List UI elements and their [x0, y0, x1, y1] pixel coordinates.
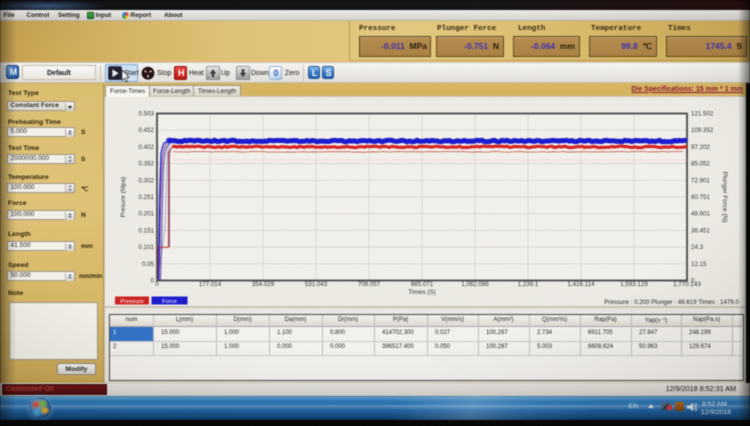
svg-text:0.352: 0.352 [139, 161, 155, 168]
svg-text:85.052: 85.052 [691, 161, 710, 168]
svg-text:48.601: 48.601 [691, 211, 710, 218]
svg-text:0.05: 0.05 [142, 261, 155, 268]
svg-text:Plunger Force (N): Plunger Force (N) [721, 172, 728, 223]
svg-text:Pressure: Pressure [120, 299, 143, 305]
svg-text:0.251: 0.251 [139, 194, 155, 201]
svg-text:Force: Force [162, 299, 177, 305]
svg-text:0: 0 [151, 278, 155, 285]
svg-text:0.452: 0.452 [139, 127, 155, 134]
svg-text:72.901: 72.901 [691, 177, 710, 184]
svg-text:1,062.086: 1,062.086 [461, 281, 489, 288]
svg-text:60.751: 60.751 [691, 194, 710, 201]
svg-text:109.352: 109.352 [691, 127, 714, 134]
svg-text:12.15: 12.15 [691, 261, 707, 268]
svg-text:708.057: 708.057 [358, 281, 381, 288]
svg-text:24.3: 24.3 [691, 244, 704, 251]
svg-text:Presure (Mpa): Presure (Mpa) [120, 177, 127, 218]
svg-text:36.451: 36.451 [691, 227, 710, 234]
svg-text:121.502: 121.502 [691, 111, 714, 118]
svg-text:0.503: 0.503 [139, 111, 155, 118]
svg-text:1,593.129: 1,593.129 [620, 281, 648, 288]
svg-text:1,239.1: 1,239.1 [518, 281, 539, 288]
svg-text:Pressure : 0.200 Plunger : 46: Pressure : 0.200 Plunger : 46.619 Times … [604, 299, 739, 306]
svg-text:0.101: 0.101 [139, 244, 155, 251]
svg-text:1,770.143: 1,770.143 [673, 281, 701, 288]
svg-text:885.071: 885.071 [411, 281, 434, 288]
svg-text:531.043: 531.043 [305, 281, 328, 288]
svg-text:0.402: 0.402 [139, 144, 155, 151]
svg-text:1,416.114: 1,416.114 [567, 281, 595, 288]
svg-text:97.202: 97.202 [691, 144, 710, 151]
svg-text:0.302: 0.302 [139, 177, 155, 184]
svg-text:0.201: 0.201 [139, 211, 155, 218]
svg-text:0: 0 [155, 281, 159, 288]
svg-text:0.151: 0.151 [139, 227, 155, 234]
svg-text:Times (S): Times (S) [408, 289, 435, 296]
svg-text:177.014: 177.014 [199, 281, 222, 288]
svg-text:354.029: 354.029 [252, 281, 275, 288]
